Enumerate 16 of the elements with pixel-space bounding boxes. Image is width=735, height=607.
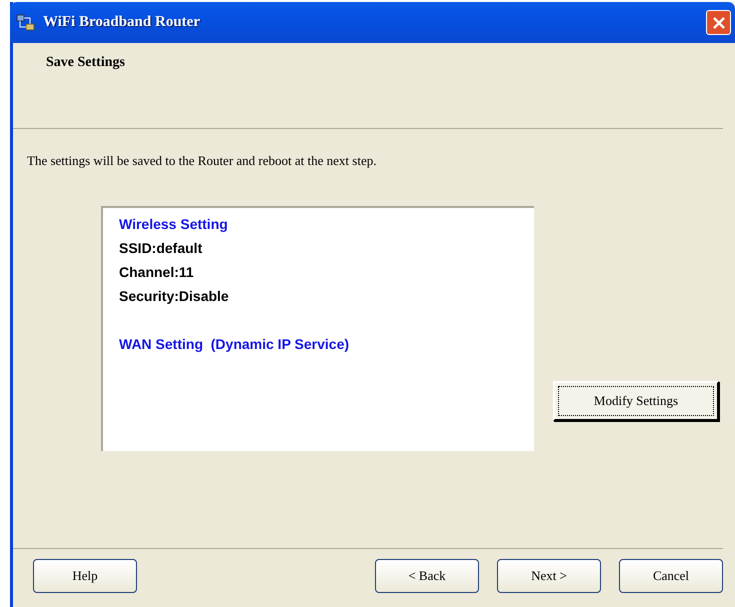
modify-settings-button[interactable]: Modify Settings — [553, 381, 719, 421]
page-title: Save Settings — [46, 55, 125, 70]
section-heading: Wireless Setting — [119, 215, 229, 234]
message-text: The settings will be saved to the Router and reboot at the next step. — [27, 153, 378, 169]
dialog-button[interactable]: < Back — [375, 559, 479, 593]
setting-text: SSID:default — [119, 239, 204, 258]
dialog-button[interactable]: Next > — [497, 559, 601, 593]
dialog-button[interactable]: Cancel — [619, 559, 723, 593]
setting-text: Channel:11 — [119, 263, 195, 282]
section-heading: WAN Setting (Dynamic IP Service) — [119, 335, 350, 354]
setting-text: Security:Disable — [119, 287, 230, 306]
close-icon — [712, 16, 726, 30]
close-button[interactable] — [706, 10, 731, 35]
network-icon — [16, 14, 36, 32]
window-title: WiFi Broadband Router — [43, 14, 201, 31]
dialog-button[interactable]: Help — [33, 559, 137, 593]
